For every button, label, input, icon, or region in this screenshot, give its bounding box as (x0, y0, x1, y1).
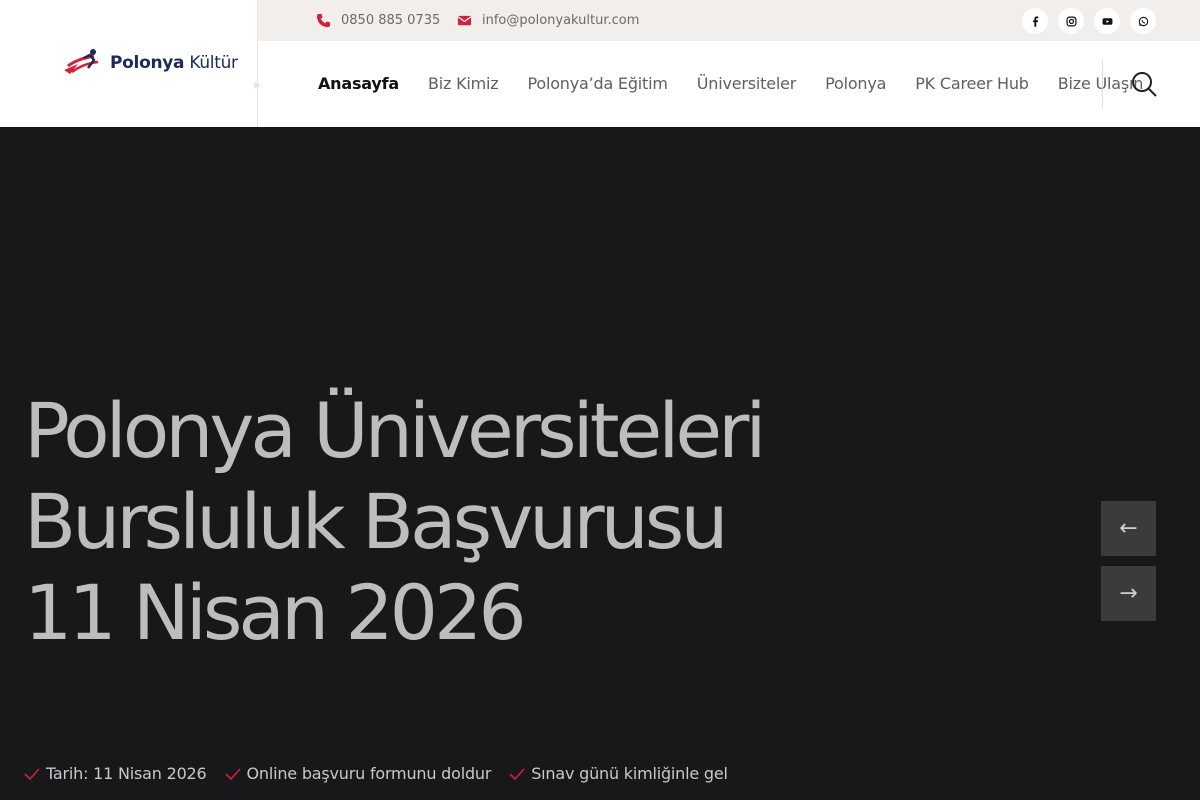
checklist-item: Tarih: 11 Nisan 2026 (24, 764, 207, 783)
hero-title-line: 11 Nisan 2026 (24, 568, 527, 657)
youtube-link[interactable] (1094, 8, 1120, 34)
search-button[interactable] (1130, 70, 1158, 98)
checklist-item-label: Online başvuru formunu doldur (246, 764, 492, 783)
nav-item-polonyada-egitim[interactable]: Polonya’da Eğitim (527, 73, 667, 95)
checklist-item: Sınav günü kimliğinle gel (509, 764, 728, 783)
nav-item-universiteler[interactable]: Üniversiteler (697, 73, 797, 95)
email-contact[interactable]: info@polonyakultur.com (457, 0, 639, 41)
nav-divider (1102, 60, 1103, 108)
check-icon (24, 767, 40, 780)
check-icon (224, 767, 241, 780)
logo-text: Polonya Kültür (110, 53, 238, 73)
checklist-item-label: Tarih: 11 Nisan 2026 (46, 764, 207, 783)
logo-container: Polonya Kültür (0, 0, 258, 127)
check-icon (509, 767, 525, 780)
nav-item-biz-kimiz[interactable]: Biz Kimiz (428, 73, 499, 95)
checklist-item-label: Sınav günü kimliğinle gel (531, 764, 728, 783)
slider-next-button[interactable]: → (1101, 566, 1156, 621)
whatsapp-icon (1138, 16, 1148, 26)
slider-prev-button[interactable]: ← (1101, 501, 1156, 556)
facebook-link[interactable] (1022, 8, 1048, 34)
phone-contact[interactable]: 0850 885 0735 (316, 0, 440, 41)
nav-item-pk-career-hub[interactable]: PK Career Hub (915, 73, 1029, 95)
site-header: Polonya Kültür ▸ 0850 885 0735 info@polo… (0, 0, 1200, 127)
search-icon (1132, 72, 1157, 97)
arrow-right-icon: → (1119, 581, 1138, 606)
hero-checklist: Tarih: 11 Nisan 2026 Online başvuru form… (24, 764, 728, 783)
hero-title: Polonya Üniversiteleri Bursluluk Başvuru… (24, 385, 924, 658)
arrow-left-icon: ← (1119, 516, 1138, 541)
phone-number: 0850 885 0735 (341, 13, 441, 28)
checklist-item: Online başvuru formunu doldur (224, 764, 492, 783)
instagram-link[interactable] (1058, 8, 1084, 34)
hero-title-line: Polonya Üniversiteleri (24, 386, 767, 475)
envelope-icon (457, 15, 472, 26)
top-bar: 0850 885 0735 info@polonyakultur.com (258, 0, 1200, 41)
whatsapp-link[interactable] (1130, 8, 1156, 34)
instagram-icon (1065, 15, 1077, 27)
site-logo[interactable]: Polonya Kültür (60, 46, 238, 80)
hero-slider: Polonya Üniversiteleri Bursluluk Başvuru… (0, 127, 1200, 800)
nav-item-polonya[interactable]: Polonya (825, 73, 886, 95)
youtube-icon (1102, 17, 1112, 25)
hero-title-line: Bursluluk Başvurusu (24, 477, 729, 566)
email-address: info@polonyakultur.com (482, 13, 640, 28)
social-links (1022, 8, 1156, 34)
logo-runner-icon (64, 49, 99, 74)
main-nav: Anasayfa Biz Kimiz Polonya’da Eğitim Üni… (318, 73, 1172, 95)
nav-item-anasayfa[interactable]: Anasayfa (318, 73, 399, 95)
phone-icon (316, 13, 331, 28)
facebook-icon (1032, 16, 1038, 27)
logo-notch: ▸ (254, 77, 262, 93)
